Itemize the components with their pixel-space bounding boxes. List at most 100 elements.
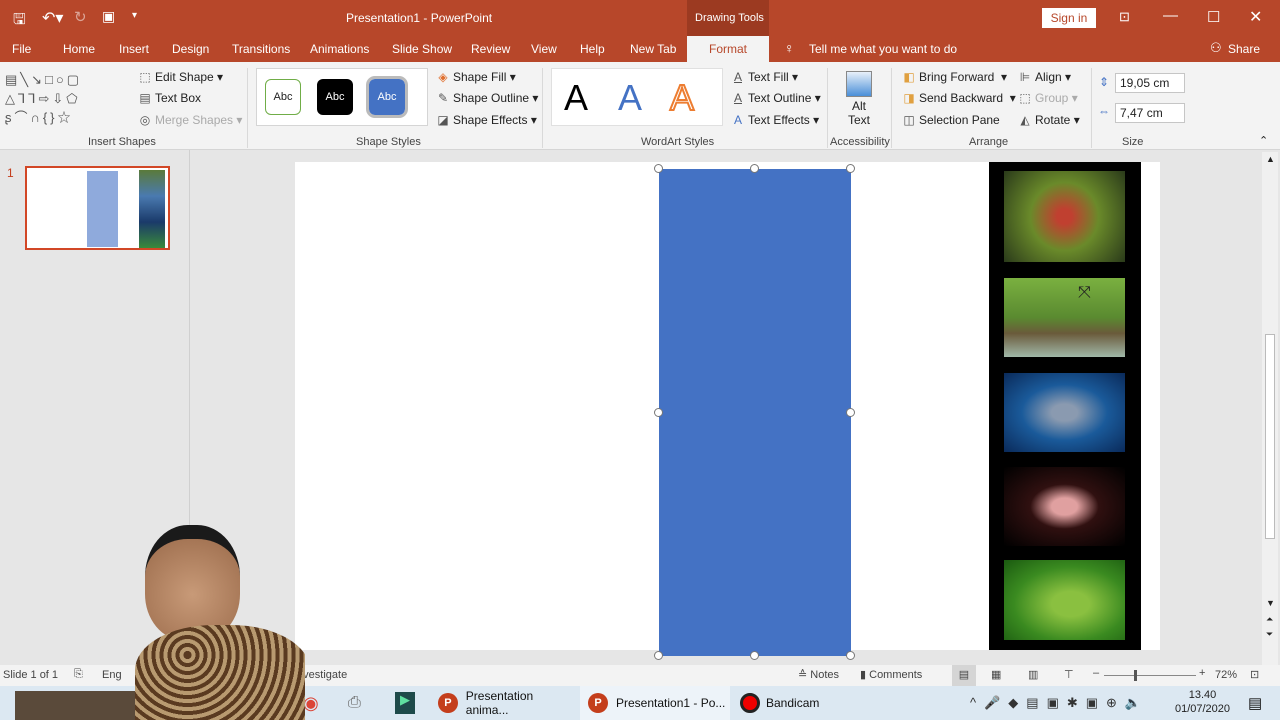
shape-height-input[interactable]: 19,05 cm [1115,73,1185,93]
image-strip[interactable] [989,162,1141,650]
zoom-slider-thumb[interactable] [1134,670,1137,681]
shapes-gallery[interactable]: ▤╲↘□○▢ △⅂⅂⇨⇩⬠ ʂ⌒∩{}☆ [5,70,120,128]
taskbar-item-presentation-animation[interactable]: P Presentation anima... [438,686,578,720]
resize-handle[interactable] [654,651,663,660]
previous-slide-icon[interactable]: ⏶ [1266,614,1273,625]
scroll-up-icon[interactable]: ▲ [1266,154,1275,164]
selection-pane-button[interactable]: ◫ Selection Pane [902,113,999,127]
tab-animations[interactable]: Animations [310,42,369,56]
taskbar-item-presentation1[interactable]: P Presentation1 - Po... [580,686,730,720]
tab-file[interactable]: File [12,42,31,56]
text-fill-button[interactable]: A Text Fill ▾ [731,70,798,84]
chrome-icon[interactable]: ◉ [303,686,319,720]
edit-shape-button[interactable]: ⬚ Edit Shape ▾ [138,70,223,84]
tab-slide-show[interactable]: Slide Show [392,42,452,56]
ribbon: ▤╲↘□○▢ △⅂⅂⇨⇩⬠ ʂ⌒∩{}☆ ⬚ Edit Shape ▾ ▤ Text B… [0,62,1280,150]
next-slide-icon[interactable]: ⏷ [1266,629,1273,640]
wordart-preset[interactable]: A [669,76,695,119]
system-tray-icons[interactable]: ^🎤◆▤▣✱▣⊕🔈 [970,686,1149,720]
undo-icon[interactable]: ↶▾ [42,8,63,28]
wordart-preset[interactable]: A [618,77,642,119]
slide-thumbnail[interactable] [25,166,170,250]
selected-rectangle-shape[interactable] [659,169,851,656]
tab-design[interactable]: Design [172,42,209,56]
tab-view[interactable]: View [531,42,557,56]
zoom-slider[interactable] [1104,675,1196,676]
vertical-scrollbar[interactable]: ▲ ▼ ⏶ ⏷ [1262,152,1278,665]
resize-handle[interactable] [846,164,855,173]
tab-home[interactable]: Home [63,42,95,56]
notes-button[interactable]: ≙ Notes [798,668,839,681]
resize-handle[interactable] [654,164,663,173]
reading-view-icon[interactable]: ▥ [1028,668,1038,681]
resize-handle[interactable] [654,408,663,417]
taskbar-item-bandicam[interactable]: Bandicam [740,686,819,720]
scroll-down-icon[interactable]: ▼ [1266,598,1275,608]
printer-app-icon[interactable]: ⎙ [348,686,361,720]
slide-sorter-icon[interactable]: ▦ [991,668,1001,681]
normal-view-icon[interactable]: ▤ [952,665,976,686]
align-button[interactable]: ⊫ Align ▾ [1018,70,1071,84]
slide-canvas[interactable]: ⤧ [295,162,1160,660]
spell-check-icon[interactable]: ⎘ [74,668,83,681]
shape-style-preset[interactable]: Abc [366,76,408,118]
scroll-thumb[interactable] [1265,334,1275,539]
redo-icon[interactable]: ↻ [74,8,87,26]
shape-style-preset[interactable]: Abc [317,79,353,115]
tell-me-search[interactable]: Tell me what you want to do [809,42,957,56]
resize-handle[interactable] [846,408,855,417]
zoom-out-button[interactable]: – [1093,667,1099,679]
text-box-icon: ▤ [139,91,151,105]
rotate-button[interactable]: ◭ Rotate ▾ [1018,113,1079,127]
wordart-preset[interactable]: A [564,77,588,119]
text-effects-button[interactable]: A Text Effects ▾ [731,113,819,127]
resize-handle[interactable] [750,164,759,173]
text-fill-icon: A [733,70,742,84]
text-box-button[interactable]: ▤ Text Box [138,91,201,105]
notifications-icon[interactable]: ▤ [1248,686,1262,720]
tab-transitions[interactable]: Transitions [232,42,290,56]
tab-review[interactable]: Review [471,42,510,56]
group-button[interactable]: ⬚ Group ▾ [1018,91,1077,105]
share-button[interactable]: Share [1228,42,1260,56]
tab-format[interactable]: Format [687,36,769,62]
maximize-button[interactable]: ☐ [1207,8,1220,26]
shape-fill-button[interactable]: ◈ Shape Fill ▾ [436,70,515,84]
clock[interactable]: 13.40 01/07/2020 [1170,688,1235,716]
shape-outline-button[interactable]: ✎ Shape Outline ▾ [436,91,538,105]
collapse-ribbon-icon[interactable]: ⌃ [1259,134,1268,147]
tab-insert[interactable]: Insert [119,42,149,56]
close-button[interactable]: ✕ [1249,7,1262,27]
zoom-in-button[interactable]: + [1199,667,1205,679]
comments-button[interactable]: ▮ Comments [860,668,922,681]
zoom-level[interactable]: 72% [1215,669,1237,681]
app-icon[interactable]: ▶ [395,692,415,714]
language-indicator[interactable]: Eng [102,669,122,681]
tab-help[interactable]: Help [580,42,605,56]
shape-effects-button[interactable]: ◪ Shape Effects ▾ [436,113,537,127]
thumbnail-shape [87,171,118,247]
resize-handle[interactable] [750,651,759,660]
merge-shapes-button[interactable]: ◎ Merge Shapes ▾ [138,113,243,127]
alt-text-icon [846,71,872,97]
drawing-tools-context-label: Drawing Tools [687,0,769,36]
bring-forward-button[interactable]: ◧ Bring Forward ▾ [902,70,1007,84]
shape-width-input[interactable]: 7,47 cm [1115,103,1185,123]
powerpoint-icon: P [438,693,458,713]
start-from-beginning-icon[interactable]: ▣ [102,8,115,25]
sign-in-button[interactable]: Sign in [1042,8,1096,28]
resize-handle[interactable] [846,651,855,660]
alt-text-button[interactable]: Alt Text [838,68,880,132]
send-backward-button[interactable]: ◨ Send Backward ▾ [902,91,1015,105]
tab-new-tab[interactable]: New Tab [630,42,676,56]
ribbon-display-options-icon[interactable]: ⊡ [1119,9,1130,25]
slide-show-icon[interactable]: ⊤ [1064,668,1074,681]
text-outline-icon: A [733,91,742,105]
minimize-button[interactable]: — [1163,7,1178,24]
save-icon[interactable]: 🖫 [13,9,26,34]
accessibility-investigate[interactable]: Investigate [294,669,347,681]
shape-style-preset[interactable]: Abc [265,79,301,115]
text-outline-button[interactable]: A Text Outline ▾ [731,91,821,105]
fit-to-window-icon[interactable]: ⊡ [1250,668,1259,681]
customize-qat-icon[interactable]: ▾ [132,10,137,21]
